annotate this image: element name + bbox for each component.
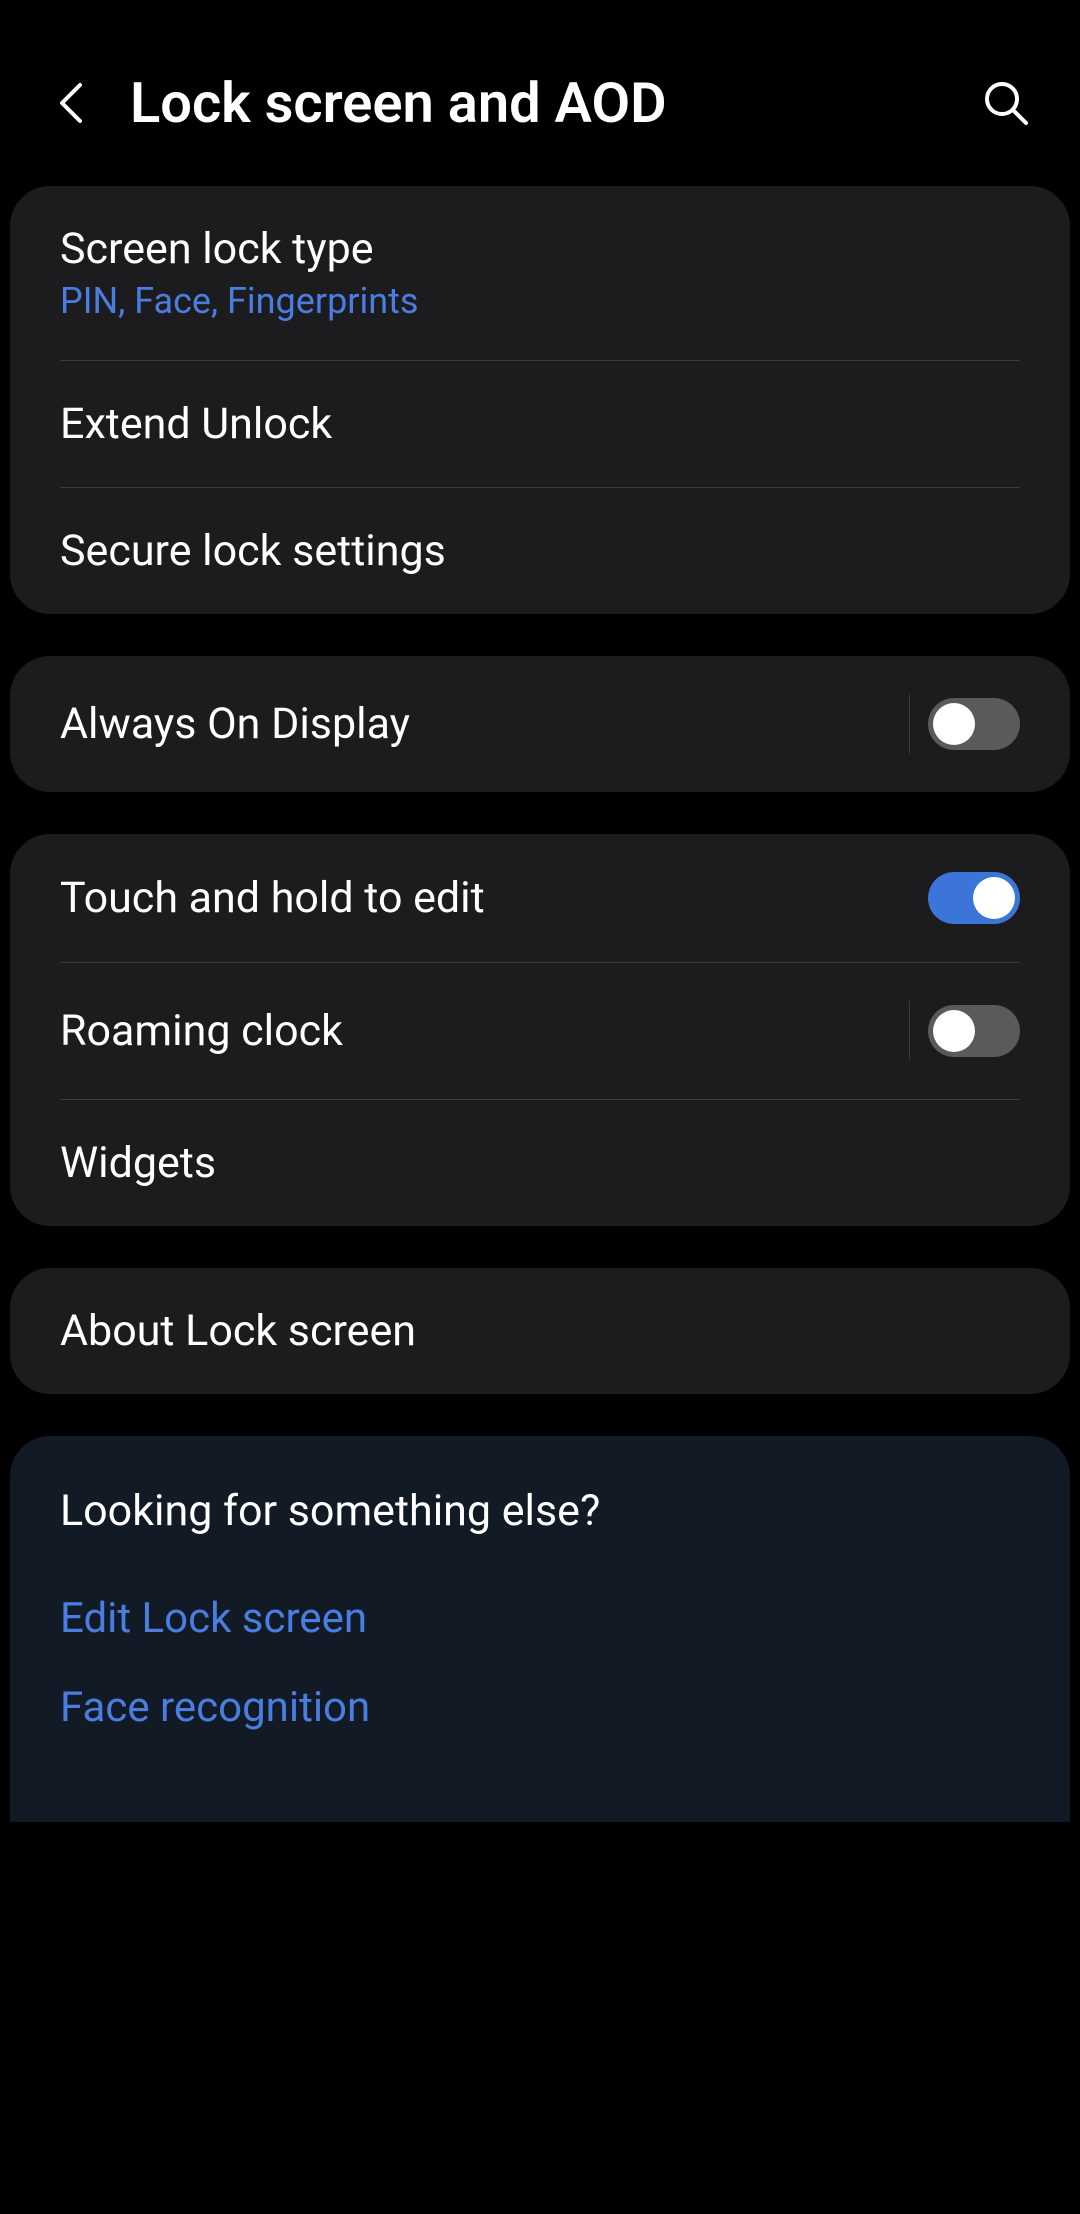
page-header: Lock screen and AOD <box>0 0 1080 186</box>
back-icon[interactable] <box>50 83 90 123</box>
extend-unlock-title: Extend Unlock <box>60 399 332 449</box>
roaming-clock-title: Roaming clock <box>60 1006 343 1056</box>
face-recognition-link[interactable]: Face recognition <box>60 1683 1020 1732</box>
widgets-item[interactable]: Widgets <box>10 1100 1070 1226</box>
touch-and-hold-title: Touch and hold to edit <box>60 873 485 923</box>
roaming-clock-item[interactable]: Roaming clock <box>10 963 1070 1099</box>
screen-lock-type-subtitle: PIN, Face, Fingerprints <box>60 280 418 322</box>
page-title: Lock screen and AOD <box>130 70 942 136</box>
always-on-display-item[interactable]: Always On Display <box>10 656 1070 792</box>
screen-lock-type-item[interactable]: Screen lock type PIN, Face, Fingerprints <box>10 186 1070 360</box>
secure-lock-settings-item[interactable]: Secure lock settings <box>10 488 1070 614</box>
always-on-display-title: Always On Display <box>60 699 410 749</box>
about-section: About Lock screen <box>10 1268 1070 1394</box>
about-lock-screen-title: About Lock screen <box>60 1306 416 1356</box>
toggle-divider <box>909 1001 910 1061</box>
looking-for-title: Looking for something else? <box>60 1486 1020 1536</box>
aod-section: Always On Display <box>10 656 1070 792</box>
widgets-title: Widgets <box>60 1138 216 1188</box>
security-settings-section: Screen lock type PIN, Face, Fingerprints… <box>10 186 1070 614</box>
search-icon[interactable] <box>982 79 1030 127</box>
screen-lock-type-title: Screen lock type <box>60 224 418 274</box>
extend-unlock-item[interactable]: Extend Unlock <box>10 361 1070 487</box>
touch-and-hold-toggle[interactable] <box>928 872 1020 924</box>
about-lock-screen-item[interactable]: About Lock screen <box>10 1268 1070 1394</box>
touch-and-hold-item[interactable]: Touch and hold to edit <box>10 834 1070 962</box>
always-on-display-toggle[interactable] <box>928 698 1020 750</box>
secure-lock-settings-title: Secure lock settings <box>60 526 446 576</box>
roaming-clock-toggle[interactable] <box>928 1005 1020 1057</box>
edit-lock-screen-link[interactable]: Edit Lock screen <box>60 1594 1020 1643</box>
toggle-divider <box>909 694 910 754</box>
lock-screen-options-section: Touch and hold to edit Roaming clock Wid… <box>10 834 1070 1226</box>
looking-for-section: Looking for something else? Edit Lock sc… <box>10 1436 1070 1822</box>
